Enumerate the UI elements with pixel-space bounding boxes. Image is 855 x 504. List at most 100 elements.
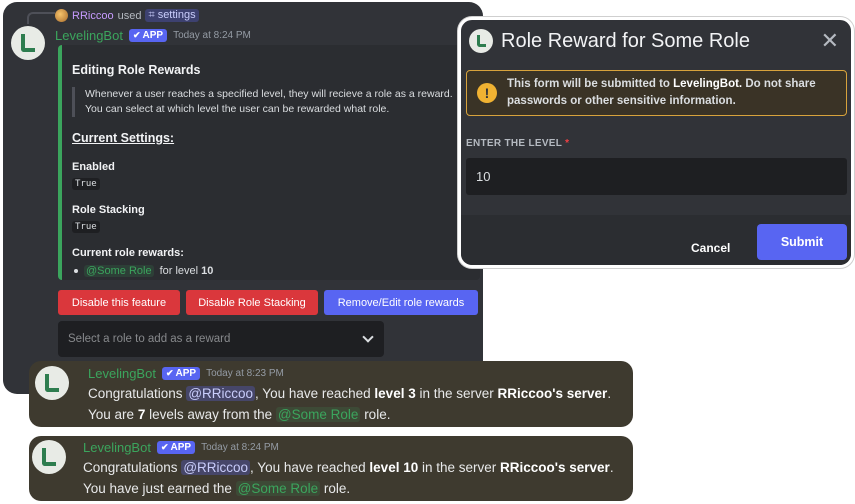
levels-away-text: levels away from the: [149, 407, 273, 422]
action-buttons: Disable this feature Disable Role Stacki…: [58, 290, 478, 315]
reached-text: , You have reached: [250, 460, 366, 475]
settings-embed: Editing Role Rewards Whenever a user rea…: [58, 45, 480, 280]
message-header: LevelingBot ✔ APP Today at 8:23 PM: [88, 366, 284, 381]
role-mention[interactable]: @Some Role: [235, 481, 321, 496]
close-icon[interactable]: ✕: [821, 30, 839, 52]
bot-logo-icon: [21, 34, 35, 52]
warning-text: This form will be submitted to LevelingB…: [507, 76, 836, 110]
role-suffix: role.: [323, 481, 351, 496]
server-name: RRiccoo's server: [500, 460, 610, 475]
in-server-text: in the server: [419, 386, 494, 401]
timestamp: Today at 8:24 PM: [173, 30, 251, 41]
earned-text: You have just earned the: [83, 481, 232, 496]
reply-connector: [27, 12, 55, 24]
embed-title: Editing Role Rewards: [72, 63, 201, 77]
reward-level: 10: [201, 265, 214, 277]
used-text: used: [117, 9, 142, 22]
enabled-label: Enabled: [72, 161, 115, 173]
embed-description: Whenever a user reaches a specified leve…: [72, 87, 470, 117]
levelup-line-2: You have just earned the @Some Role role…: [83, 478, 614, 499]
bot-logo-icon: [476, 35, 486, 47]
warning-bot: LevelingBot.: [673, 78, 743, 90]
bot-name[interactable]: LevelingBot: [83, 440, 151, 455]
reply-username[interactable]: RRiccoo: [72, 10, 114, 22]
level-value: level 10: [369, 460, 419, 475]
enabled-value: True: [72, 178, 100, 190]
message-header: LevelingBot ✔ APP Today at 8:24 PM: [83, 440, 279, 455]
cancel-button[interactable]: Cancel: [691, 241, 730, 255]
remove-edit-button[interactable]: Remove/Edit role rewards: [324, 290, 478, 315]
required-mark: *: [565, 138, 570, 149]
levelup-message: LevelingBot ✔ APP Today at 8:23 PM Congra…: [29, 361, 633, 427]
user-mention[interactable]: @RRiccoo: [181, 460, 251, 475]
bot-name[interactable]: LevelingBot: [55, 28, 123, 43]
period: .: [607, 386, 612, 401]
levelup-text: Congratulations @RRiccoo, You have reach…: [88, 383, 611, 425]
modal-header: Role Reward for Some Role: [469, 29, 750, 53]
bot-name[interactable]: LevelingBot: [88, 366, 156, 381]
congrats-text: Congratulations: [83, 460, 178, 475]
congrats-text: Congratulations: [88, 386, 183, 401]
check-icon: ✔: [165, 368, 174, 378]
reward-role-mention[interactable]: @Some Role: [84, 265, 154, 277]
reached-text: , You have reached: [255, 386, 371, 401]
check-icon: ✔: [132, 30, 141, 40]
command-mention[interactable]: ⌗ settings: [145, 9, 199, 22]
role-select[interactable]: Select a role to add as a reward: [58, 321, 384, 357]
bullet-icon: [74, 269, 78, 273]
modal-title: Role Reward for Some Role: [501, 29, 750, 52]
role-suffix: role.: [364, 407, 391, 422]
timestamp: Today at 8:24 PM: [201, 442, 279, 453]
you-are-text: You are: [88, 407, 135, 422]
warning-prefix: This form will be submitted to: [507, 78, 670, 90]
level-field-label-text: ENTER THE LEVEL: [466, 138, 562, 149]
role-mention[interactable]: @Some Role: [275, 407, 361, 422]
level-input[interactable]: [466, 158, 847, 195]
command-name: settings: [157, 9, 196, 21]
levelup-line-1: Congratulations @RRiccoo, You have reach…: [88, 383, 611, 404]
bot-logo-icon: [42, 448, 56, 466]
levelup-line-2: You are 7 levels away from the @Some Rol…: [88, 404, 611, 425]
server-name: RRiccoo's server: [497, 386, 608, 401]
chat-panel: RRiccoo used ⌗ settings LevelingBot ✔ APP…: [3, 2, 483, 394]
levelup-line-1: Congratulations @RRiccoo, You have reach…: [83, 457, 614, 478]
disable-stacking-button[interactable]: Disable Role Stacking: [186, 290, 318, 315]
rewards-label: Current role rewards:: [72, 247, 184, 259]
description-line-1: Whenever a user reaches a specified leve…: [85, 88, 453, 100]
user-mention[interactable]: @RRiccoo: [186, 386, 256, 401]
reward-list-item: @Some Role for level 10: [72, 265, 470, 277]
reward-text: for level: [159, 265, 199, 277]
app-badge: ✔ APP: [156, 441, 196, 454]
disable-feature-button[interactable]: Disable this feature: [58, 290, 180, 315]
in-server-text: in the server: [421, 460, 497, 475]
message-header: LevelingBot ✔ APP Today at 8:24 PM: [55, 28, 251, 43]
bot-avatar[interactable]: [35, 366, 69, 400]
level-field-label: ENTER THE LEVEL *: [466, 138, 569, 149]
bot-avatar[interactable]: [11, 26, 45, 60]
user-avatar[interactable]: [55, 9, 68, 22]
command-reply: RRiccoo used ⌗ settings: [55, 9, 199, 22]
app-badge: ✔ APP: [161, 367, 201, 380]
app-badge-label: APP: [170, 442, 192, 453]
stacking-value: True: [72, 221, 100, 233]
select-placeholder: Select a role to add as a reward: [68, 333, 231, 345]
levelup-message: LevelingBot ✔ APP Today at 8:24 PM Congra…: [29, 436, 633, 501]
stacking-label: Role Stacking: [72, 204, 145, 216]
warning-icon: !: [477, 83, 497, 103]
period: .: [609, 460, 614, 475]
bot-avatar[interactable]: [32, 440, 66, 474]
section-title: Current Settings:: [72, 131, 175, 145]
modal-bot-avatar: [469, 29, 493, 53]
level-value: level 3: [374, 386, 416, 401]
description-line-2: You can select at which level the user c…: [85, 103, 390, 115]
warning-notice: ! This form will be submitted to Levelin…: [466, 70, 847, 116]
submit-button[interactable]: Submit: [757, 224, 847, 260]
levelup-text: Congratulations @RRiccoo, You have reach…: [83, 457, 614, 499]
timestamp: Today at 8:23 PM: [206, 368, 284, 379]
app-badge-label: APP: [175, 368, 197, 379]
app-badge-label: APP: [142, 30, 164, 41]
app-badge: ✔ APP: [128, 29, 168, 42]
chevron-down-icon: [362, 331, 374, 343]
levels-away-count: 7: [137, 407, 146, 422]
role-reward-modal: Role Reward for Some Role ✕ ! This form …: [458, 17, 854, 268]
